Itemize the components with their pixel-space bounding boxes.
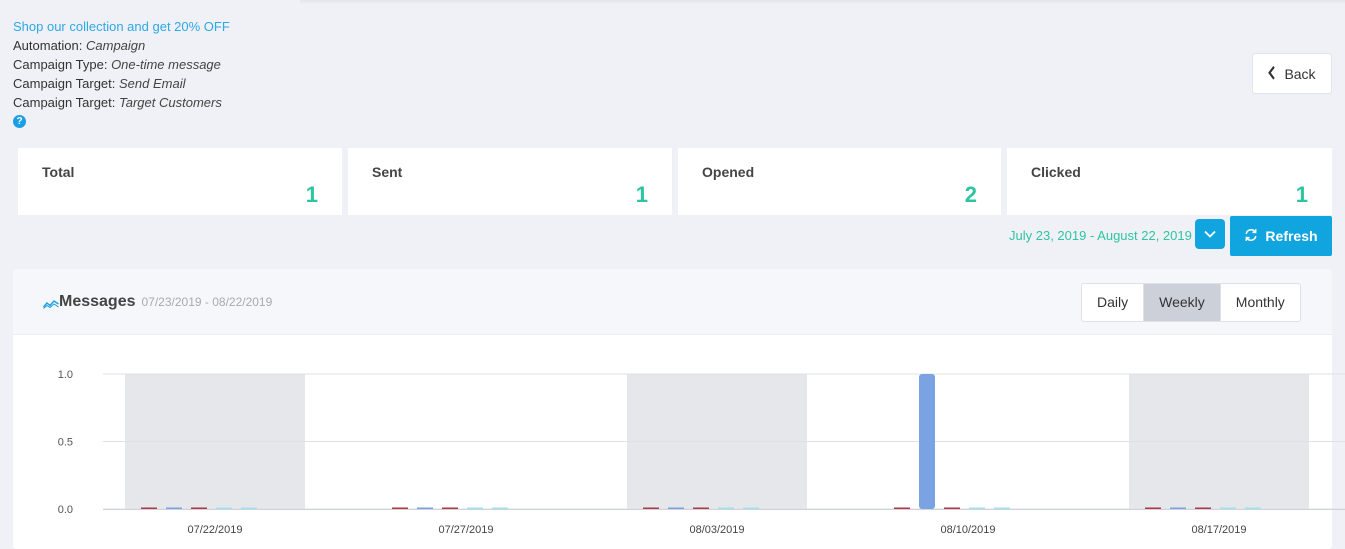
line-chart-icon [42, 296, 59, 314]
chart-bar [1145, 507, 1161, 509]
campaign-info: Shop our collection and get 20% OFF Auto… [13, 17, 230, 128]
panel-title-group: Messages 07/23/2019 - 08/22/2019 [59, 293, 272, 311]
chart-bar [1220, 507, 1236, 509]
stat-label: Opened [702, 164, 755, 180]
panel-subtitle: 07/23/2019 - 08/22/2019 [141, 295, 273, 309]
chart-bar [1195, 507, 1211, 509]
x-tick-label: 08/17/2019 [1191, 524, 1246, 536]
refresh-button-label: Refresh [1265, 228, 1318, 244]
back-button[interactable]: Back [1252, 53, 1332, 94]
chart-bar [241, 507, 257, 509]
campaign-type-row: Campaign Type: One-time message [13, 57, 221, 72]
stat-label: Sent [372, 164, 403, 180]
chart-bar [944, 507, 960, 509]
back-button-label: Back [1284, 65, 1316, 82]
stat-card-sent: Sent 1 [348, 148, 672, 215]
automation-row: Automation: Campaign [13, 38, 146, 53]
chart-bar [1170, 507, 1186, 509]
chart-bar [492, 507, 508, 509]
x-tick-label: 08/03/2019 [689, 524, 744, 536]
promo-link[interactable]: Shop our collection and get 20% OFF [13, 17, 230, 36]
chart-bar [467, 507, 483, 509]
tab-daily[interactable]: Daily [1082, 284, 1145, 321]
chart-bar [969, 507, 985, 509]
stat-card-opened: Opened 2 [678, 148, 1001, 215]
topbar-shadow [300, 0, 1345, 4]
stat-card-clicked: Clicked 1 [1007, 148, 1332, 215]
stat-value: 1 [305, 182, 318, 207]
chart-bar [994, 507, 1010, 509]
period-selector: Daily Weekly Monthly [1081, 283, 1301, 322]
x-tick-label: 07/22/2019 [187, 524, 242, 536]
chart-bar [442, 507, 458, 509]
refresh-icon [1244, 228, 1258, 245]
stat-value: 1 [635, 182, 648, 207]
x-tick-label: 08/10/2019 [940, 524, 995, 536]
date-range-dropdown-button[interactable] [1195, 219, 1225, 249]
chevron-left-icon [1268, 64, 1276, 83]
chart-bar [668, 507, 684, 509]
panel-title: Messages [59, 293, 136, 310]
campaign-target-row: Campaign Target: Target Customers [13, 95, 222, 110]
chart-bar [191, 507, 207, 509]
chart-bar [216, 507, 232, 509]
chart-bar [693, 507, 709, 509]
stat-label: Total [42, 164, 75, 180]
stat-value: 2 [964, 182, 977, 207]
y-tick-label: 0.5 [58, 437, 73, 449]
date-range-label[interactable]: July 23, 2019 - August 22, 2019 [1009, 228, 1192, 243]
messages-chart: 0.0 0.5 1.0 07/22/2019 07/27/2019 08/03/2019 0… [58, 369, 1345, 536]
chart-bar [718, 507, 734, 509]
tab-monthly[interactable]: Monthly [1221, 284, 1300, 321]
chart-bar [417, 507, 433, 509]
chart-bar [894, 507, 910, 509]
chart-bar [141, 507, 157, 509]
chart-bar [919, 374, 935, 509]
y-tick-label: 0.0 [58, 504, 73, 516]
chart-bar [166, 507, 182, 509]
stat-value: 1 [1295, 182, 1308, 207]
chart-bar [643, 507, 659, 509]
tab-weekly[interactable]: Weekly [1144, 284, 1221, 321]
x-tick-label: 07/27/2019 [438, 524, 493, 536]
refresh-button[interactable]: Refresh [1230, 216, 1332, 256]
messages-panel-header: Messages 07/23/2019 - 08/22/2019 Daily W… [13, 269, 1332, 335]
help-icon[interactable]: ? [13, 115, 26, 128]
stat-label: Clicked [1031, 164, 1081, 180]
chart-bar [392, 507, 408, 509]
stat-card-total: Total 1 [18, 148, 342, 215]
messages-panel: Messages 07/23/2019 - 08/22/2019 Daily W… [13, 269, 1345, 549]
campaign-target-row: Campaign Target: Send Email [13, 76, 186, 91]
chevron-down-icon [1204, 225, 1216, 243]
y-tick-label: 1.0 [58, 369, 73, 381]
chart-bar [743, 507, 759, 509]
chart-bar [1245, 507, 1261, 509]
